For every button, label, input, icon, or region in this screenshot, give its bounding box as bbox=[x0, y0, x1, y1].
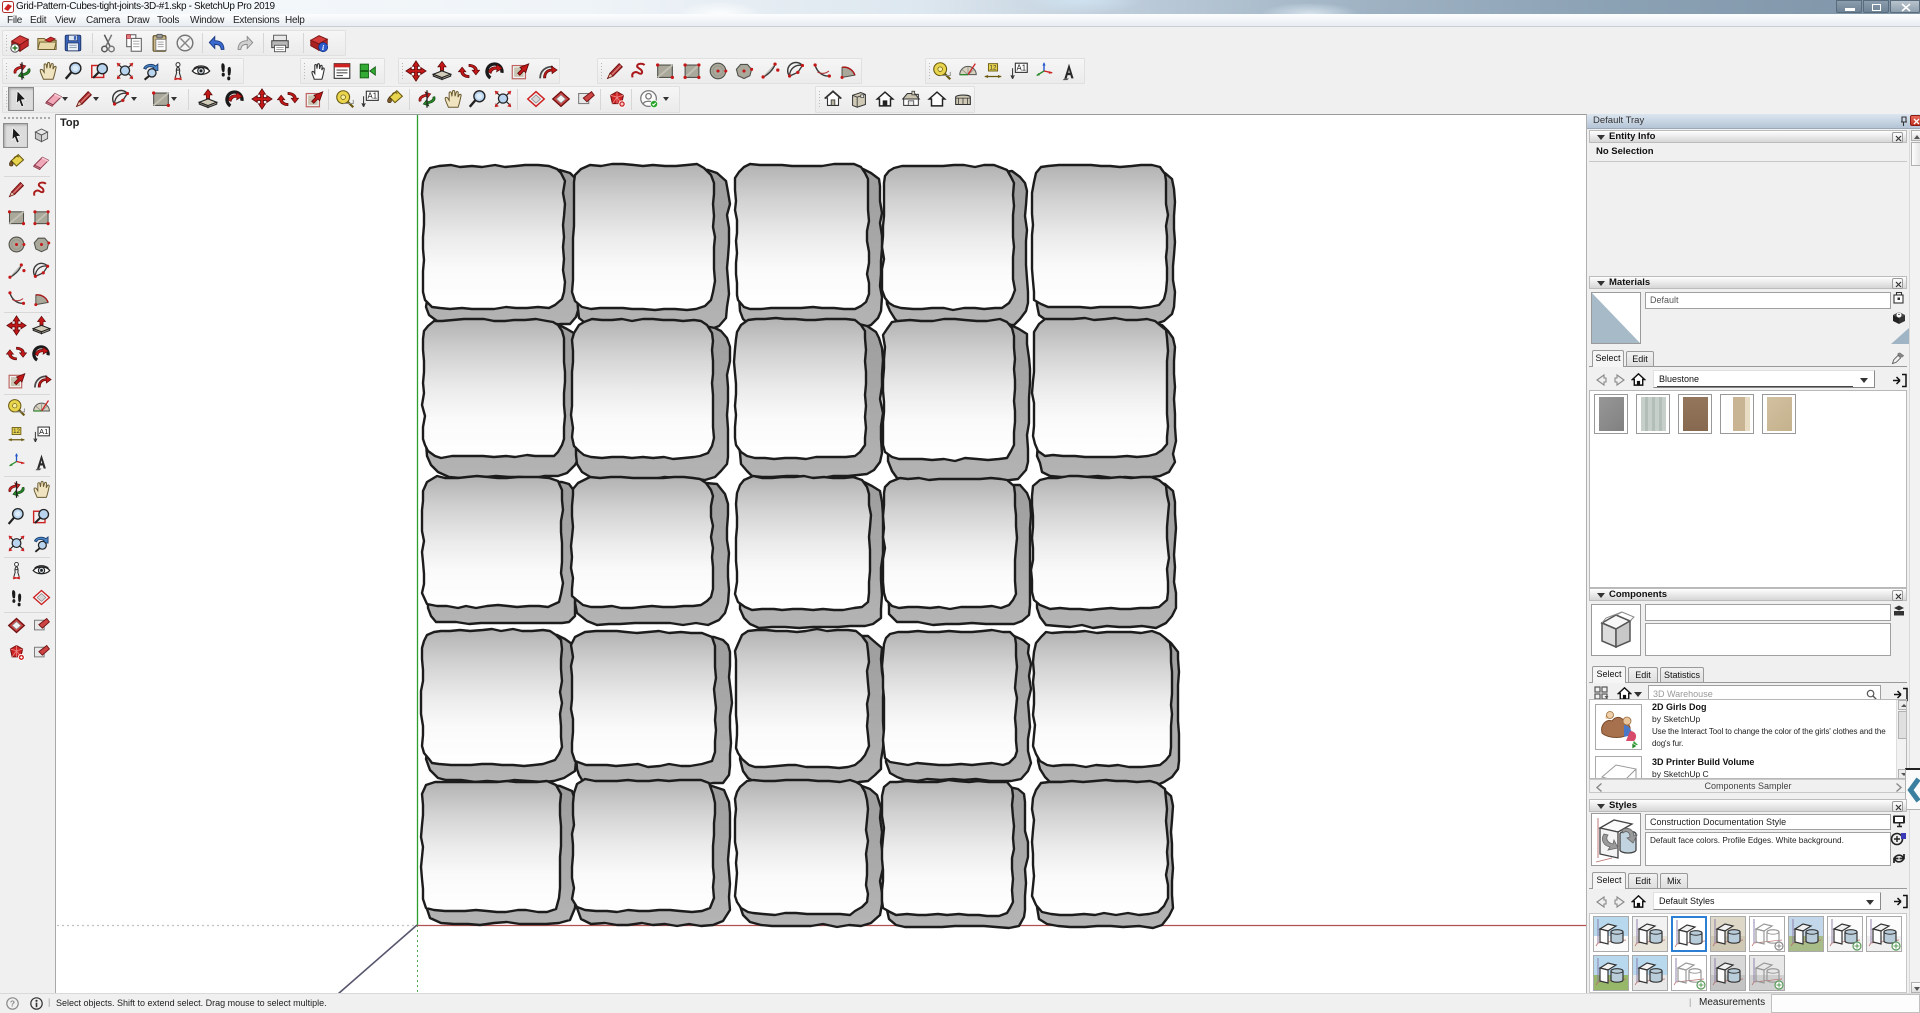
svg-text:12: 12 bbox=[989, 65, 997, 72]
svg-text:A1: A1 bbox=[368, 92, 378, 101]
svg-text:A1: A1 bbox=[1017, 64, 1027, 73]
svg-text:A1: A1 bbox=[39, 427, 48, 436]
svg-text:12: 12 bbox=[13, 428, 20, 435]
svg-text:?: ? bbox=[10, 998, 15, 1008]
